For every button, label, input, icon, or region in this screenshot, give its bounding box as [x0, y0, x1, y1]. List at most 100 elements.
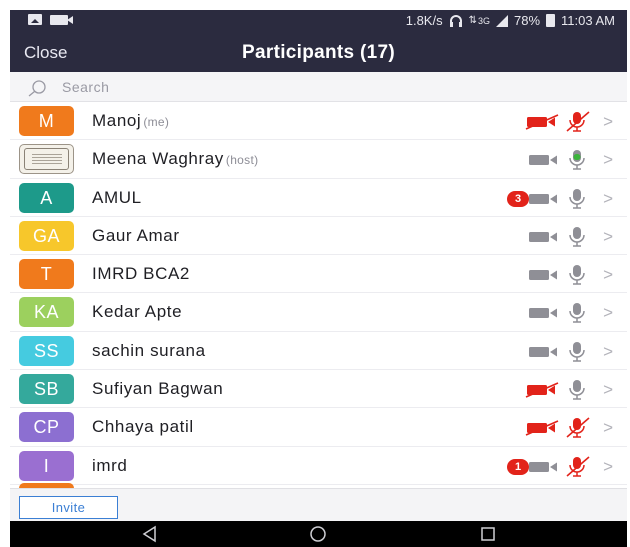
chevron-right-icon[interactable]: >	[603, 418, 613, 438]
video-off-icon	[525, 420, 559, 437]
mic-muted-icon	[566, 417, 590, 439]
mic-icon	[569, 226, 585, 247]
avatar: GA	[19, 220, 74, 251]
avatar: T	[19, 259, 74, 290]
participant-status-icons: >	[529, 341, 613, 363]
chevron-right-icon[interactable]: >	[603, 112, 613, 132]
video-on-icon	[529, 193, 558, 204]
gallery-notification-icon	[28, 14, 42, 25]
mic-muted-icon	[566, 456, 590, 477]
participant-row[interactable]: KA Kedar Apte >	[10, 293, 627, 332]
participant-row[interactable]: SS sachin surana >	[10, 332, 627, 371]
participant-role-tag: (me)	[143, 115, 170, 129]
participant-name: Kedar Apte	[92, 302, 183, 322]
battery-percent: 78%	[514, 13, 541, 28]
participant-name-wrap: Chhaya patil	[92, 417, 194, 437]
chevron-right-icon[interactable]: >	[603, 457, 613, 477]
home-nav-icon[interactable]	[308, 524, 328, 544]
clock: 11:03 AM	[561, 13, 615, 28]
network-speed: 1.8K/s	[405, 13, 443, 28]
participant-row[interactable]: A AMUL 3 >	[10, 179, 627, 217]
avatar	[19, 144, 74, 175]
avatar: SB	[19, 374, 74, 405]
invite-button[interactable]: Invite	[19, 496, 118, 519]
participant-status-icons: >	[525, 417, 613, 439]
avatar: SS	[19, 335, 74, 366]
participant-row[interactable]: CP Chhaya patil >	[10, 408, 627, 447]
chevron-right-icon[interactable]: >	[603, 150, 613, 170]
participant-name: sachin surana	[92, 340, 206, 360]
participant-name-wrap: Gaur Amar	[92, 226, 180, 246]
participant-name: Meena Waghray	[92, 149, 224, 169]
participant-status-icons: >	[529, 149, 613, 171]
data-arrows-icon: ⇅	[468, 15, 477, 26]
recents-nav-icon[interactable]	[478, 524, 498, 544]
participant-name-wrap: AMUL	[92, 188, 142, 208]
participant-name: IMRD BCA2	[92, 264, 190, 284]
participant-name-wrap: IMRD BCA2	[92, 264, 190, 284]
avatar: CP	[19, 412, 74, 443]
page-title: Participants (17)	[242, 42, 395, 63]
chevron-right-icon[interactable]: >	[603, 342, 613, 362]
participant-row[interactable]: T IMRD BCA2 >	[10, 255, 627, 294]
participant-status-icons: 1 >	[507, 456, 613, 478]
participant-name: Gaur Amar	[92, 225, 180, 245]
participant-row[interactable]: GA Gaur Amar >	[10, 217, 627, 256]
battery-icon	[546, 14, 556, 27]
participant-name-wrap: Kedar Apte	[92, 302, 182, 322]
participant-name: Manoj	[92, 111, 142, 130]
avatar: KA	[19, 297, 74, 328]
participant-name-wrap: Meena Waghray (host)	[92, 149, 258, 169]
video-on-icon	[529, 155, 558, 166]
participant-name: Chhaya patil	[92, 417, 194, 437]
participant-row[interactable]: M Manoj (me) >	[10, 102, 627, 141]
participant-status-icons: >	[529, 264, 613, 286]
avatar: I	[19, 450, 74, 481]
avatar: A	[19, 182, 74, 213]
video-on-icon	[529, 270, 558, 281]
chevron-right-icon[interactable]: >	[603, 303, 613, 323]
chevron-right-icon[interactable]: >	[603, 380, 613, 400]
video-off-icon	[525, 114, 559, 130]
mic-icon	[569, 380, 585, 400]
mic-icon	[569, 188, 585, 209]
chevron-right-icon[interactable]: >	[603, 227, 613, 247]
participant-name-wrap: Manoj (me)	[92, 111, 169, 131]
participant-name: imrd	[92, 455, 128, 475]
participant-name-wrap: sachin surana	[92, 341, 206, 361]
participant-status-icons: >	[525, 379, 613, 401]
chevron-right-icon[interactable]: >	[603, 265, 613, 285]
chevron-right-icon[interactable]: >	[603, 189, 613, 209]
participant-role-tag: (host)	[225, 153, 259, 168]
mic-icon	[569, 265, 585, 285]
avatar: M	[19, 106, 74, 136]
headphones-icon	[449, 15, 462, 27]
back-nav-icon[interactable]	[140, 524, 160, 544]
participant-status-icons: >	[529, 302, 613, 324]
participant-status-icons: >	[525, 111, 613, 133]
participant-row[interactable]: SB Sufiyan Bagwan >	[10, 370, 627, 409]
search-icon	[28, 80, 46, 97]
participant-row[interactable]: Meena Waghray (host) >	[10, 140, 627, 179]
android-nav-bar	[10, 521, 627, 547]
participant-name: Sufiyan Bagwan	[92, 379, 224, 399]
participant-status-icons: 3 >	[507, 188, 613, 210]
status-bar: 1.8K/s ⇅ 3G 78% 11:03 AM	[10, 10, 627, 32]
search-bar[interactable]	[10, 72, 627, 102]
chat-count-badge: 1	[507, 458, 530, 475]
participant-list: M Manoj (me) > Meena Waghray (host) > A AMUL 3 > GA…	[10, 102, 627, 488]
search-input[interactable]	[62, 77, 442, 97]
header-bar: Close Participants (17)	[10, 32, 627, 72]
video-on-icon	[529, 308, 558, 319]
participant-row[interactable]: Iimrd 1 >	[10, 447, 627, 485]
mic-speaking-icon	[569, 150, 585, 171]
chat-count-badge: 3	[507, 190, 530, 207]
video-on-icon	[529, 231, 558, 242]
participant-status-icons: >	[529, 226, 613, 248]
video-on-icon	[529, 461, 558, 472]
participant-name-wrap: Sufiyan Bagwan	[92, 379, 223, 399]
network-type: 3G	[477, 15, 490, 26]
mic-icon	[569, 341, 585, 362]
video-on-icon	[529, 346, 558, 357]
mic-icon	[569, 303, 585, 324]
